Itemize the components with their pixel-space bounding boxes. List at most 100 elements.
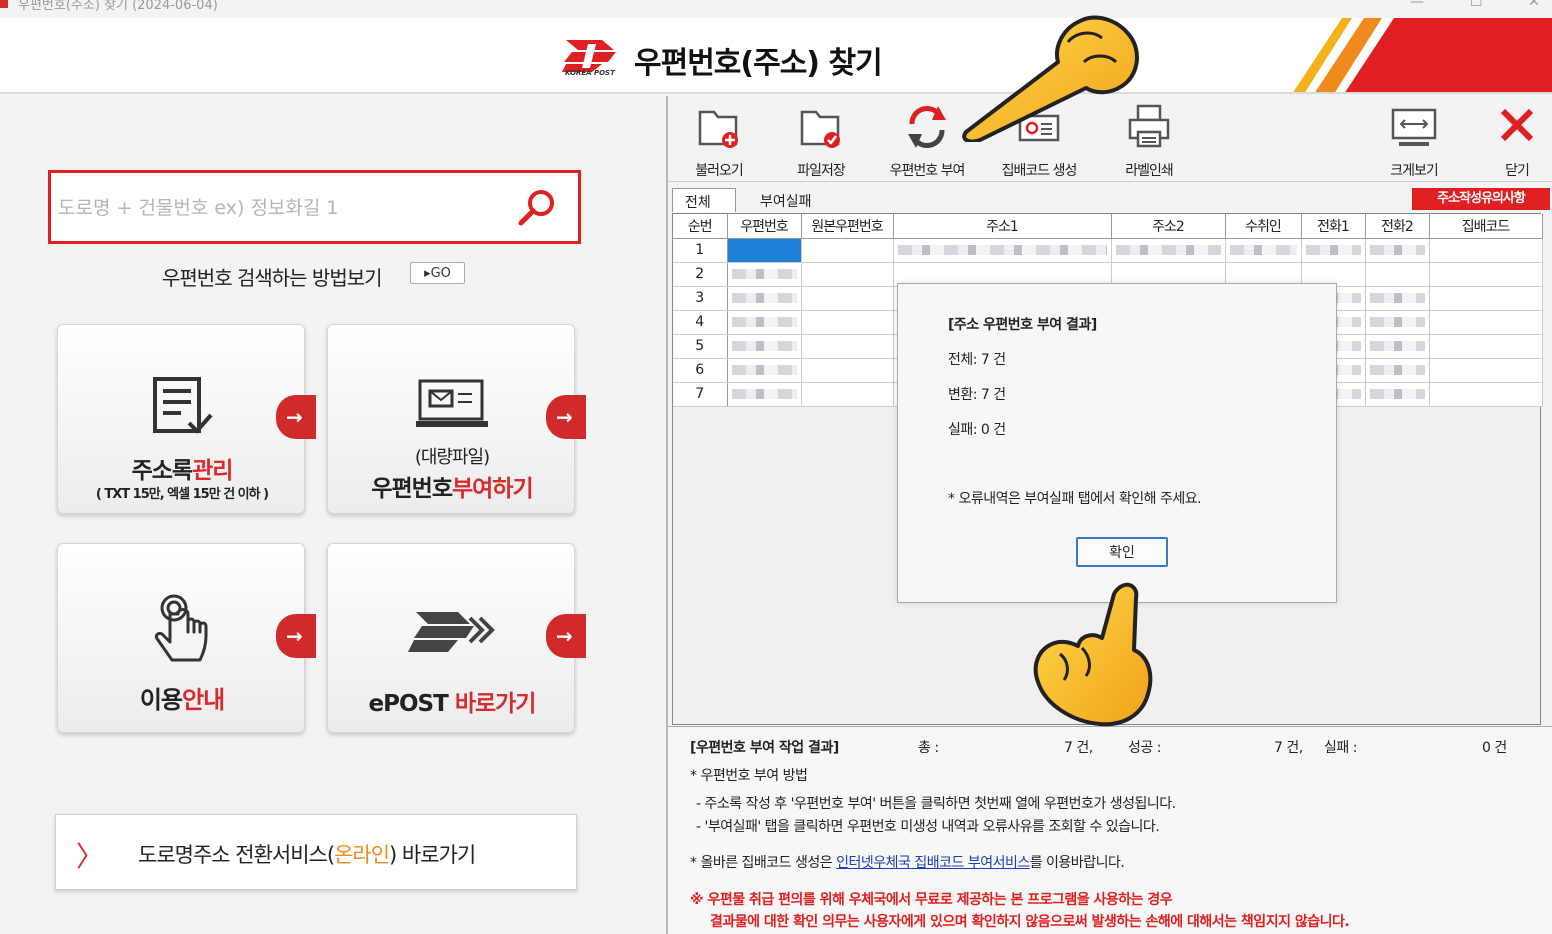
save-button[interactable]: 파일저장 [776, 102, 866, 180]
col-header[interactable]: 우편번호 [727, 214, 802, 239]
arrow-right-icon: → [276, 395, 316, 439]
row-number: 2 [673, 262, 728, 287]
tab-failed[interactable]: 부여실패 [748, 188, 824, 212]
cell[interactable] [801, 262, 894, 287]
col-header[interactable]: 전화2 [1365, 214, 1430, 239]
load-button[interactable]: 불러오기 [674, 102, 764, 180]
col-header[interactable]: 순번 [673, 214, 728, 239]
total-label: 총 : [918, 740, 939, 756]
redacted-text [1369, 389, 1425, 399]
cell[interactable] [1365, 286, 1430, 311]
epost-card[interactable]: ePOST 바로가기 → [327, 543, 586, 733]
col-header[interactable]: 집배코드 [1429, 214, 1543, 239]
save-label: 파일저장 [797, 163, 846, 179]
label-print-label: 라벨인쇄 [1125, 163, 1174, 179]
label-print-button[interactable]: 라벨인쇄 [1104, 102, 1194, 180]
cell[interactable] [1429, 262, 1543, 287]
method-line-2: - '부여실패' 탭을 클릭하면 우편번호 미생성 내역과 오류사유를 조회할 … [696, 819, 1160, 835]
window-titlebar: 우편번호(주소) 찾기 (2024-06-04) — ☐ ✕ [0, 0, 1552, 18]
document-list-icon [153, 377, 213, 434]
cell[interactable] [727, 238, 802, 263]
minimize-button[interactable]: — [1410, 0, 1424, 10]
address-book-card[interactable]: 주소록관리 ( TXT 15만, 엑셀 15만 건 이하 ) → [57, 324, 316, 514]
dialog-title: [주소 우편번호 부여 결과] [948, 317, 1097, 333]
close-button[interactable]: 닫기 [1472, 102, 1552, 180]
bulk-assign-label: 우편번호부여하기 [371, 476, 533, 502]
monitor-mail-icon [416, 379, 488, 427]
cell[interactable] [1225, 238, 1302, 263]
cell[interactable] [801, 286, 894, 311]
cell[interactable] [1111, 238, 1226, 263]
cell[interactable] [727, 358, 802, 383]
col-header[interactable]: 전화1 [1301, 214, 1366, 239]
cell[interactable] [893, 238, 1112, 263]
col-header[interactable]: 주소1 [893, 214, 1112, 239]
cell[interactable] [1429, 238, 1543, 263]
cell[interactable] [1429, 358, 1543, 383]
zoom-button[interactable]: 크게보기 [1369, 102, 1459, 180]
redacted-text [1229, 245, 1297, 255]
header-decoration [1293, 18, 1552, 92]
toolbar: 불러오기 파일저장 우편번호 부여 집배코드 생성 라벨인쇄 크게보기 닫기 [668, 96, 1552, 182]
cell[interactable] [1301, 238, 1366, 263]
redacted-text [731, 389, 797, 399]
notice-button[interactable]: 주소작성유의사항 [1412, 188, 1550, 210]
barcode-label: 집배코드 생성 [1001, 163, 1078, 179]
cell[interactable] [727, 262, 802, 287]
row-number: 6 [673, 358, 728, 383]
online-conversion-button[interactable]: 〉 도로명주소 전환서비스(온라인) 바로가기 [55, 814, 577, 890]
cell[interactable] [1365, 334, 1430, 359]
cell[interactable] [727, 334, 802, 359]
cell[interactable] [1365, 262, 1430, 287]
close-label: 닫기 [1505, 163, 1530, 179]
app-icon [0, 0, 8, 8]
cell[interactable] [801, 334, 894, 359]
row-number: 7 [673, 382, 728, 407]
bulk-file-label: (대량파일) [414, 447, 490, 468]
folder-open-icon [698, 110, 738, 148]
cell[interactable] [801, 382, 894, 407]
cell[interactable] [727, 310, 802, 335]
ok-button[interactable]: 확인 [1076, 537, 1168, 567]
bulk-assign-card[interactable]: (대량파일) 우편번호부여하기 → [327, 324, 586, 514]
barcode-service-link[interactable]: 인터넷우체국 집배코드 부여서비스 [836, 855, 1030, 871]
cell[interactable] [1429, 334, 1543, 359]
cell[interactable] [1429, 382, 1543, 407]
arrow-right-icon: → [276, 614, 316, 658]
search-input[interactable] [58, 193, 498, 223]
cell[interactable] [801, 310, 894, 335]
method-line-1: - 주소록 작성 후 '우편번호 부여' 버튼을 클릭하면 첫번째 열에 우편번… [696, 796, 1176, 812]
howto-label: 우편번호 검색하는 방법보기 [162, 266, 383, 290]
logo-text: KOREA POST [565, 69, 615, 77]
row-number: 3 [673, 286, 728, 311]
maximize-button[interactable]: ☐ [1470, 0, 1483, 10]
col-header[interactable]: 수취인 [1225, 214, 1302, 239]
redacted-text [1369, 293, 1425, 303]
touch-hand-icon [154, 594, 208, 662]
barcode-button[interactable]: 집배코드 생성 [994, 102, 1084, 180]
dialog-total: 전체: 7 건 [948, 352, 1006, 368]
cell[interactable] [1429, 286, 1543, 311]
cell[interactable] [1365, 358, 1430, 383]
arrow-right-icon: → [546, 614, 586, 658]
cell[interactable] [801, 238, 894, 263]
go-button[interactable]: ▸GO [410, 262, 465, 284]
cell[interactable] [727, 382, 802, 407]
cell[interactable] [1365, 310, 1430, 335]
close-window-button[interactable]: ✕ [1528, 0, 1540, 10]
assign-zipcode-button[interactable]: 우편번호 부여 [882, 102, 972, 180]
table-row[interactable]: 1 [673, 238, 1543, 263]
cell[interactable] [1429, 310, 1543, 335]
online-conversion-label: 도로명주소 전환서비스(온라인) 바로가기 [138, 843, 476, 867]
dialog-converted: 변환: 7 건 [948, 387, 1006, 403]
cell[interactable] [1365, 238, 1430, 263]
col-header[interactable]: 원본우편번호 [801, 214, 894, 239]
tab-all[interactable]: 전체 [672, 188, 736, 212]
cell[interactable] [1365, 382, 1430, 407]
cell[interactable] [727, 286, 802, 311]
col-header[interactable]: 주소2 [1111, 214, 1226, 239]
search-icon[interactable] [516, 187, 558, 229]
printer-icon [1128, 104, 1170, 148]
cell[interactable] [801, 358, 894, 383]
usage-guide-card[interactable]: 이용안내 → [57, 543, 316, 733]
